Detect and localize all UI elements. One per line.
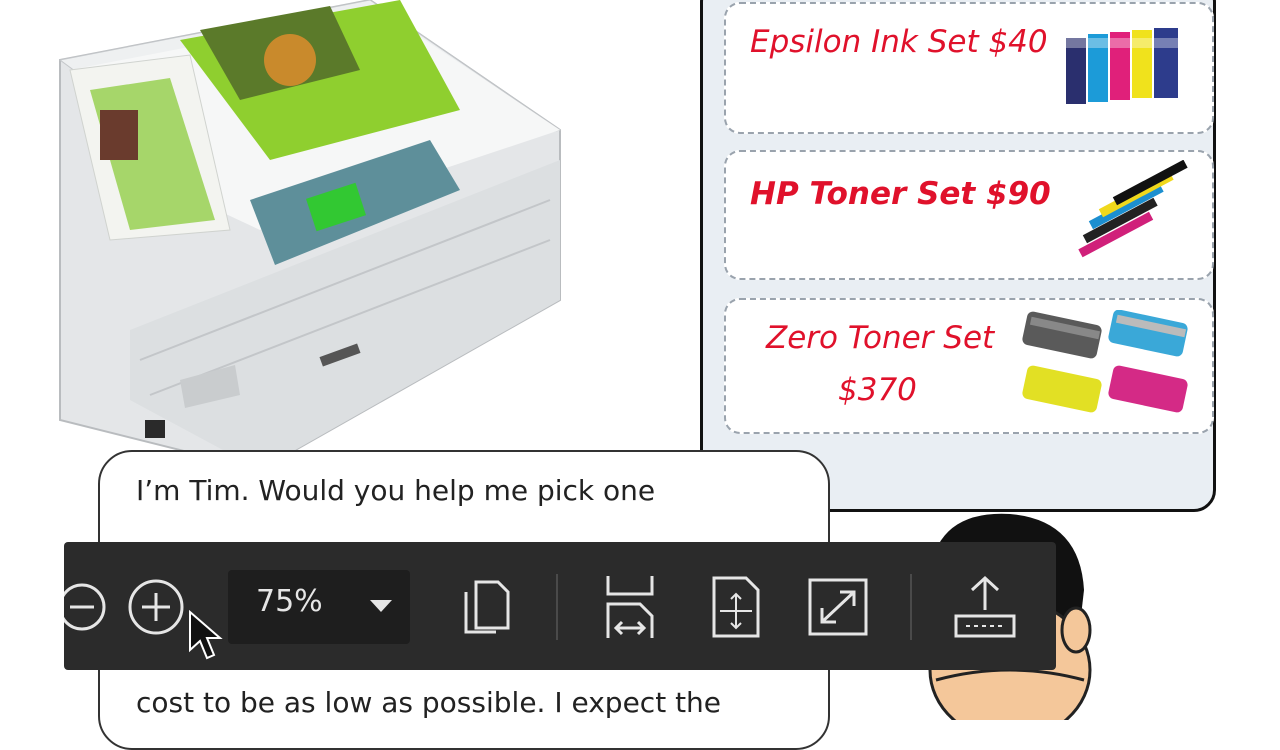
ink-cartridges-icon xyxy=(1066,28,1178,104)
zoom-in-button[interactable] xyxy=(124,572,188,642)
chevron-down-icon[interactable] xyxy=(368,598,394,614)
toolbar-separator xyxy=(910,574,912,640)
upload-icon xyxy=(954,575,1016,638)
toolbar-separator xyxy=(556,574,558,640)
offer-label-zero-line1: Zero Toner Set xyxy=(766,320,995,356)
export-button[interactable] xyxy=(950,572,1020,642)
full-screen-button[interactable] xyxy=(806,572,870,642)
fit-page-button[interactable] xyxy=(704,572,768,642)
zoom-value: 75% xyxy=(256,584,323,619)
mouse-cursor-icon xyxy=(189,610,223,660)
zoom-out-button[interactable] xyxy=(64,572,108,642)
copy-icon xyxy=(464,580,510,634)
zoom-in-icon xyxy=(128,579,184,635)
offer-label-epsilon: Epsilon Ink Set $40 xyxy=(750,24,1048,60)
zoom-out-icon xyxy=(64,583,106,631)
offer-label-zero-line2: $370 xyxy=(838,372,917,408)
full-screen-icon xyxy=(808,578,868,636)
printer-illustration xyxy=(58,0,562,470)
fit-page-icon xyxy=(712,576,760,638)
bubble-text-line1: I’m Tim. Would you help me pick one xyxy=(136,474,656,507)
toner-cartridges-icon xyxy=(1022,310,1188,413)
offer-label-hp: HP Toner Set $90 xyxy=(750,176,1051,212)
copy-button[interactable] xyxy=(456,572,520,642)
fit-width-icon xyxy=(606,576,654,638)
toner-sticks-icon xyxy=(1078,160,1188,258)
fit-width-button[interactable] xyxy=(598,572,662,642)
bubble-text-line3: cost to be as low as possible. I expect … xyxy=(136,686,722,719)
